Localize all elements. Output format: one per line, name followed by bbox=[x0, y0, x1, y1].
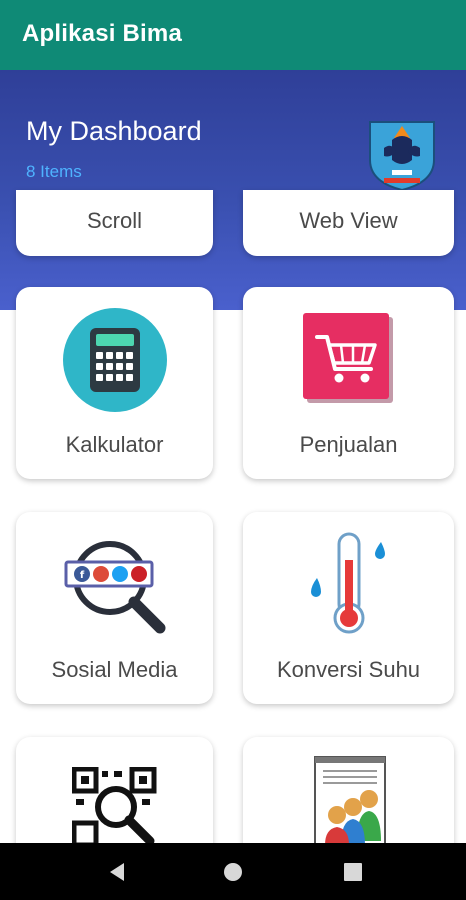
card-web-view-label: Web View bbox=[299, 208, 398, 233]
dashboard-title: My Dashboard bbox=[26, 116, 202, 146]
app-title: Aplikasi Bima bbox=[22, 20, 182, 47]
shopping-cart-icon bbox=[302, 313, 393, 403]
emblem-logo bbox=[369, 121, 435, 192]
qr-code-scan-icon bbox=[71, 767, 156, 847]
system-navigation-bar bbox=[0, 843, 466, 900]
back-triangle-icon[interactable] bbox=[100, 855, 134, 889]
app-bar: Aplikasi Bima bbox=[0, 0, 466, 70]
recents-square-icon[interactable] bbox=[336, 855, 370, 889]
card-penjualan-label: Penjualan bbox=[299, 432, 398, 457]
users-document-icon bbox=[313, 756, 386, 845]
item-count-label: 8 Items bbox=[26, 162, 82, 181]
card-sosial-media-label: Sosial Media bbox=[51, 657, 178, 682]
card-konversi-suhu-label: Konversi Suhu bbox=[276, 657, 421, 682]
card-scroll[interactable]: Scroll bbox=[16, 190, 213, 256]
card-web-view[interactable]: Web View bbox=[243, 190, 454, 256]
card-penjualan[interactable]: Penjualan bbox=[243, 287, 454, 479]
card-sosial-media[interactable]: f Sosial Media bbox=[16, 512, 213, 704]
card-kalkulator[interactable]: Kalkulator bbox=[16, 287, 213, 479]
card-konversi-suhu[interactable]: Konversi Suhu bbox=[243, 512, 454, 704]
home-circle-icon[interactable] bbox=[216, 855, 250, 889]
calculator-icon bbox=[62, 308, 167, 412]
social-media-search-icon: f bbox=[64, 541, 165, 634]
svg-text:f: f bbox=[79, 570, 84, 581]
thermometer-icon bbox=[310, 532, 385, 634]
card-kalkulator-label: Kalkulator bbox=[65, 432, 164, 457]
card-scroll-label: Scroll bbox=[86, 208, 142, 233]
